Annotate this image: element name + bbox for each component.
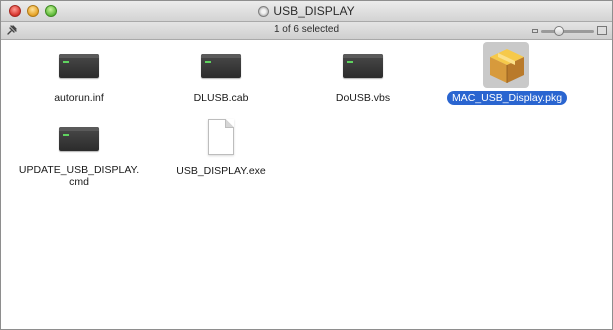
window-title-text: USB_DISPLAY <box>273 4 355 18</box>
file-item-dlusb-cab[interactable]: DLUSB.cab <box>151 44 291 106</box>
file-item-autorun-inf[interactable]: autorun.inf <box>9 44 149 106</box>
executable-icon <box>59 127 99 151</box>
slider-track[interactable] <box>541 30 594 33</box>
file-name: DoUSB.vbs <box>335 92 391 104</box>
file-name: autorun.inf <box>54 92 104 104</box>
file-item-mac-usb-display-pkg[interactable]: MAC_USB_Display.pkg <box>437 42 577 106</box>
executable-icon <box>201 54 241 78</box>
title-bar[interactable]: USB_DISPLAY <box>1 1 612 22</box>
document-icon <box>208 119 234 155</box>
slider-knob[interactable] <box>554 26 564 36</box>
executable-icon <box>59 54 99 78</box>
file-name: UPDATE_USB_DISPLAY.cmd <box>18 164 140 188</box>
disk-icon <box>258 6 270 17</box>
file-name: DLUSB.cab <box>193 92 249 104</box>
file-item-update-usb-display-cmd[interactable]: UPDATE_USB_DISPLAY.cmd <box>9 117 149 190</box>
executable-icon <box>343 54 383 78</box>
window-title: USB_DISPLAY <box>1 4 612 18</box>
file-icon-view: autorun.inf DLUSB.cab DoUSB.vbs MAC_USB_… <box>1 40 612 329</box>
file-item-usb-display-exe[interactable]: USB_DISPLAY.exe <box>151 117 291 179</box>
file-name: MAC_USB_Display.pkg <box>446 91 568 105</box>
file-name: USB_DISPLAY.exe <box>176 165 266 177</box>
icon-size-slider[interactable] <box>532 25 607 37</box>
file-item-dousb-vbs[interactable]: DoUSB.vbs <box>293 44 433 106</box>
package-icon <box>490 49 524 83</box>
status-bar: 1 of 6 selected <box>1 22 612 40</box>
selection-status: 1 of 6 selected <box>273 24 340 35</box>
large-icon-size-icon <box>597 26 607 35</box>
finder-window: USB_DISPLAY 1 of 6 selected autorun.inf … <box>0 0 613 330</box>
small-icon-size-icon <box>532 29 538 33</box>
